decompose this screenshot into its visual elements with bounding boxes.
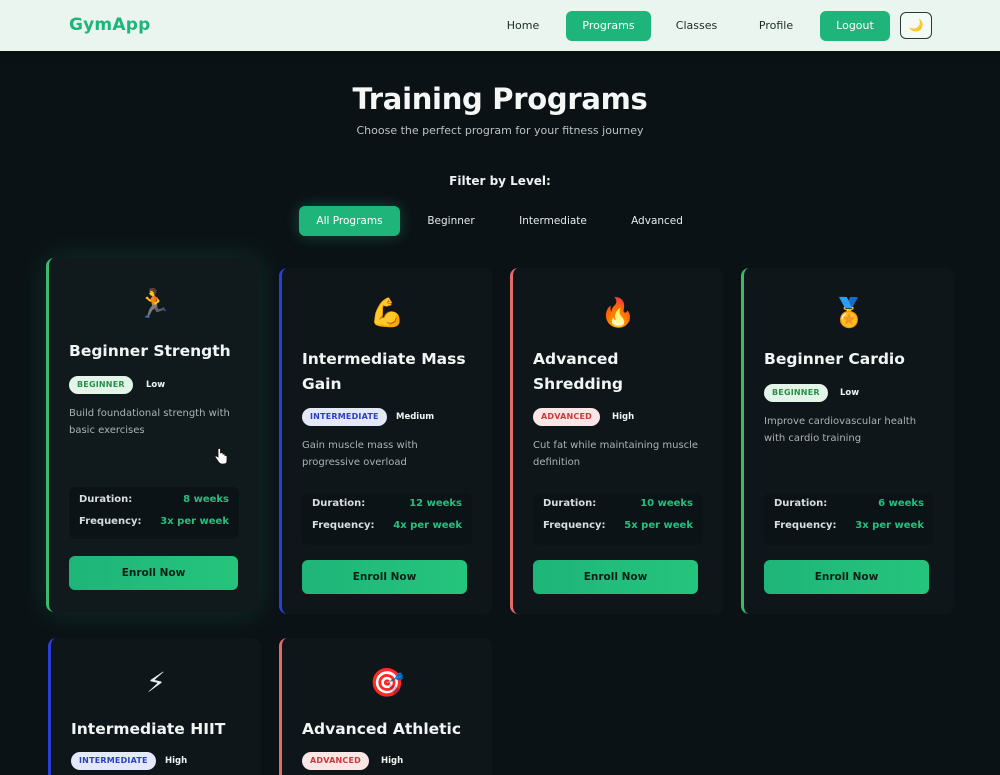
program-description: Build foundational strength with basic e… — [69, 408, 230, 436]
duration-value: 6 weeks — [878, 498, 924, 509]
nav-profile[interactable]: Profile — [745, 11, 807, 41]
program-title: Intermediate HIIT — [71, 720, 226, 738]
program-title: Intermediate Mass Gain — [302, 350, 466, 393]
hand-cursor-icon — [214, 448, 228, 465]
intensity-label: Low — [840, 388, 860, 398]
frequency-value: 5x per week — [624, 520, 693, 531]
frequency-value: 3x per week — [855, 520, 924, 531]
level-badge: ADVANCED — [533, 408, 600, 426]
filter-beginner[interactable]: Beginner — [412, 206, 490, 236]
navbar: GymApp Home Programs Classes Profile Log… — [0, 0, 1000, 51]
enroll-now-button[interactable]: Enroll Now — [764, 560, 929, 594]
level-badge: BEGINNER — [764, 384, 828, 402]
lightning-icon: ⚡ — [146, 666, 166, 699]
enroll-now-button[interactable]: Enroll Now — [302, 560, 467, 594]
duration-label: Duration: — [312, 498, 366, 509]
filter-intermediate[interactable]: Intermediate — [505, 206, 601, 236]
program-description: Improve cardiovascular health with cardi… — [764, 416, 917, 444]
level-badge: INTERMEDIATE — [71, 752, 156, 770]
nav-programs[interactable]: Programs — [566, 11, 651, 41]
page-subtitle: Choose the perfect program for your fitn… — [356, 124, 644, 137]
nav-classes[interactable]: Classes — [665, 11, 728, 41]
brand-logo[interactable]: GymApp — [69, 15, 150, 35]
duration-value: 10 weeks — [640, 498, 693, 509]
program-card-beginner-strength[interactable]: 🏃 Beginner Strength BEGINNER Low Build f… — [46, 258, 259, 612]
program-card-advanced-shredding[interactable]: 🔥 Advanced Shredding ADVANCED High Cut f… — [510, 268, 723, 614]
moon-icon: 🌙 — [908, 18, 924, 32]
program-stats: Duration: 10 weeks Frequency: 5x per wee… — [533, 493, 703, 545]
medal-icon: 🏅 — [831, 296, 867, 329]
intensity-label: High — [612, 412, 635, 422]
program-stats: Duration: 8 weeks Frequency: 3x per week — [69, 487, 239, 539]
frequency-label: Frequency: — [543, 520, 606, 531]
program-title: Beginner Cardio — [764, 350, 905, 368]
program-title: Advanced Shredding — [533, 350, 623, 393]
frequency-label: Frequency: — [312, 520, 375, 531]
program-title: Beginner Strength — [69, 342, 231, 360]
page-title: Training Programs — [352, 82, 648, 116]
program-card-advanced-athletic[interactable]: 🎯 Advanced Athletic ADVANCED High — [279, 638, 492, 775]
level-badge: INTERMEDIATE — [302, 408, 387, 426]
duration-label: Duration: — [774, 498, 828, 509]
duration-value: 8 weeks — [183, 494, 229, 505]
frequency-value: 3x per week — [160, 516, 229, 527]
program-card-beginner-cardio[interactable]: 🏅 Beginner Cardio BEGINNER Low Improve c… — [741, 268, 954, 614]
logout-button[interactable]: Logout — [820, 11, 890, 41]
theme-toggle-button[interactable]: 🌙 — [900, 12, 932, 39]
filter-advanced[interactable]: Advanced — [617, 206, 697, 236]
program-title: Advanced Athletic — [302, 720, 462, 738]
duration-value: 12 weeks — [409, 498, 462, 509]
program-stats: Duration: 6 weeks Frequency: 3x per week — [764, 493, 934, 545]
level-badge: BEGINNER — [69, 376, 133, 394]
enroll-now-button[interactable]: Enroll Now — [533, 560, 698, 594]
duration-label: Duration: — [543, 498, 597, 509]
flexed-biceps-icon: 💪 — [369, 296, 405, 329]
filter-all-programs[interactable]: All Programs — [299, 206, 400, 236]
program-card-intermediate-mass-gain[interactable]: 💪 Intermediate Mass Gain INTERMEDIATE Me… — [279, 268, 492, 614]
frequency-label: Frequency: — [774, 520, 837, 531]
runner-icon: 🏃 — [136, 287, 172, 320]
target-icon: 🎯 — [369, 666, 405, 699]
program-stats: Duration: 12 weeks Frequency: 4x per wee… — [302, 493, 472, 545]
filter-label: Filter by Level: — [449, 174, 551, 188]
frequency-value: 4x per week — [393, 520, 462, 531]
program-description: Gain muscle mass with progressive overlo… — [302, 440, 418, 468]
intensity-label: Medium — [396, 412, 435, 422]
duration-label: Duration: — [79, 494, 133, 505]
intensity-label: High — [165, 756, 188, 766]
fire-icon: 🔥 — [600, 296, 636, 329]
level-badge: ADVANCED — [302, 752, 369, 770]
frequency-label: Frequency: — [79, 516, 142, 527]
program-card-intermediate-hiit[interactable]: ⚡ Intermediate HIIT INTERMEDIATE High — [48, 638, 261, 775]
intensity-label: High — [381, 756, 404, 766]
enroll-now-button[interactable]: Enroll Now — [69, 556, 238, 590]
program-description: Cut fat while maintaining muscle definit… — [533, 440, 699, 468]
intensity-label: Low — [146, 380, 166, 390]
nav-home[interactable]: Home — [494, 11, 552, 41]
